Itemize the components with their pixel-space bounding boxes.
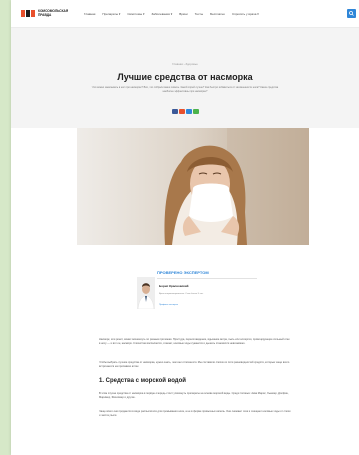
- article-lead: Что можно закапывать в нос при насморке?…: [91, 86, 279, 93]
- breadcrumb[interactable]: Главная › Здоровье: [11, 62, 359, 66]
- woman-sneezing-illustration: [77, 128, 309, 245]
- body-paragraph-3: В этом случае средства от насморка в пер…: [99, 392, 289, 399]
- main-nav: Главная Препараты ▾ Симптомы ▾ Заболеван…: [84, 12, 259, 16]
- expert-profile-link[interactable]: Профиль эксперта: [159, 304, 178, 306]
- expert-name[interactable]: Борис Красновский: [159, 284, 188, 288]
- nav-item-diseases[interactable]: Заболевания ▾: [151, 12, 172, 16]
- site-logo[interactable]: КОМСОМОЛЬСКАЯ ПРАВДА: [21, 8, 72, 17]
- body-paragraph-1: Насморк, или ринит, может возникнуть по …: [99, 338, 290, 345]
- article-hero: Главная › Здоровье Лучшие средства от на…: [11, 28, 359, 128]
- doctor-portrait-icon: [137, 277, 155, 309]
- expert-heading: ПРОВЕРЕНО ЭКСПЕРТОМ: [157, 270, 209, 275]
- share-ok-icon[interactable]: [178, 109, 185, 114]
- logo-text: КОМСОМОЛЬСКАЯ ПРАВДА: [38, 8, 69, 17]
- expert-card: ПРОВЕРЕНО ЭКСПЕРТОМ Борис Красновский Вр…: [123, 270, 263, 320]
- nav-item-symptoms[interactable]: Симптомы ▾: [127, 12, 144, 16]
- nav-item-free[interactable]: Бесплатно: [210, 12, 225, 16]
- site-header: КОМСОМОЛЬСКАЯ ПРАВДА Главная Препараты ▾…: [11, 0, 359, 28]
- search-button[interactable]: [347, 9, 356, 18]
- nav-item-ask-doctor[interactable]: Спросить у врача ▾: [232, 12, 259, 16]
- share-facebook-icon[interactable]: [171, 109, 178, 114]
- expert-divider: [157, 278, 257, 279]
- body-paragraph-2: Чтобы выбрать лучшие средства от насморк…: [99, 361, 290, 368]
- logo-mark-icon: [21, 10, 35, 17]
- article-hero-image: [77, 128, 309, 245]
- page-title: Лучшие средства от насморка: [117, 72, 253, 82]
- share-buttons: [11, 109, 359, 114]
- expert-role: Врач-оториноларинголог. Стаж более 5 лет…: [159, 293, 204, 295]
- nav-item-tests[interactable]: Тесты: [195, 12, 203, 16]
- body-paragraph-4: Чаще всего они продаются в виде распылит…: [99, 410, 291, 417]
- nav-item-doctors[interactable]: Врачи: [179, 12, 188, 16]
- share-vk-icon[interactable]: [185, 109, 192, 114]
- article-page: КОМСОМОЛЬСКАЯ ПРАВДА Главная Препараты ▾…: [11, 0, 359, 455]
- share-whatsapp-icon[interactable]: [192, 109, 199, 114]
- search-icon: [349, 11, 354, 16]
- expert-avatar: [137, 277, 155, 309]
- section-heading-1: 1. Средства с морской водой: [99, 378, 186, 384]
- nav-item-drugs[interactable]: Препараты ▾: [102, 12, 120, 16]
- nav-item-home[interactable]: Главная: [84, 12, 95, 16]
